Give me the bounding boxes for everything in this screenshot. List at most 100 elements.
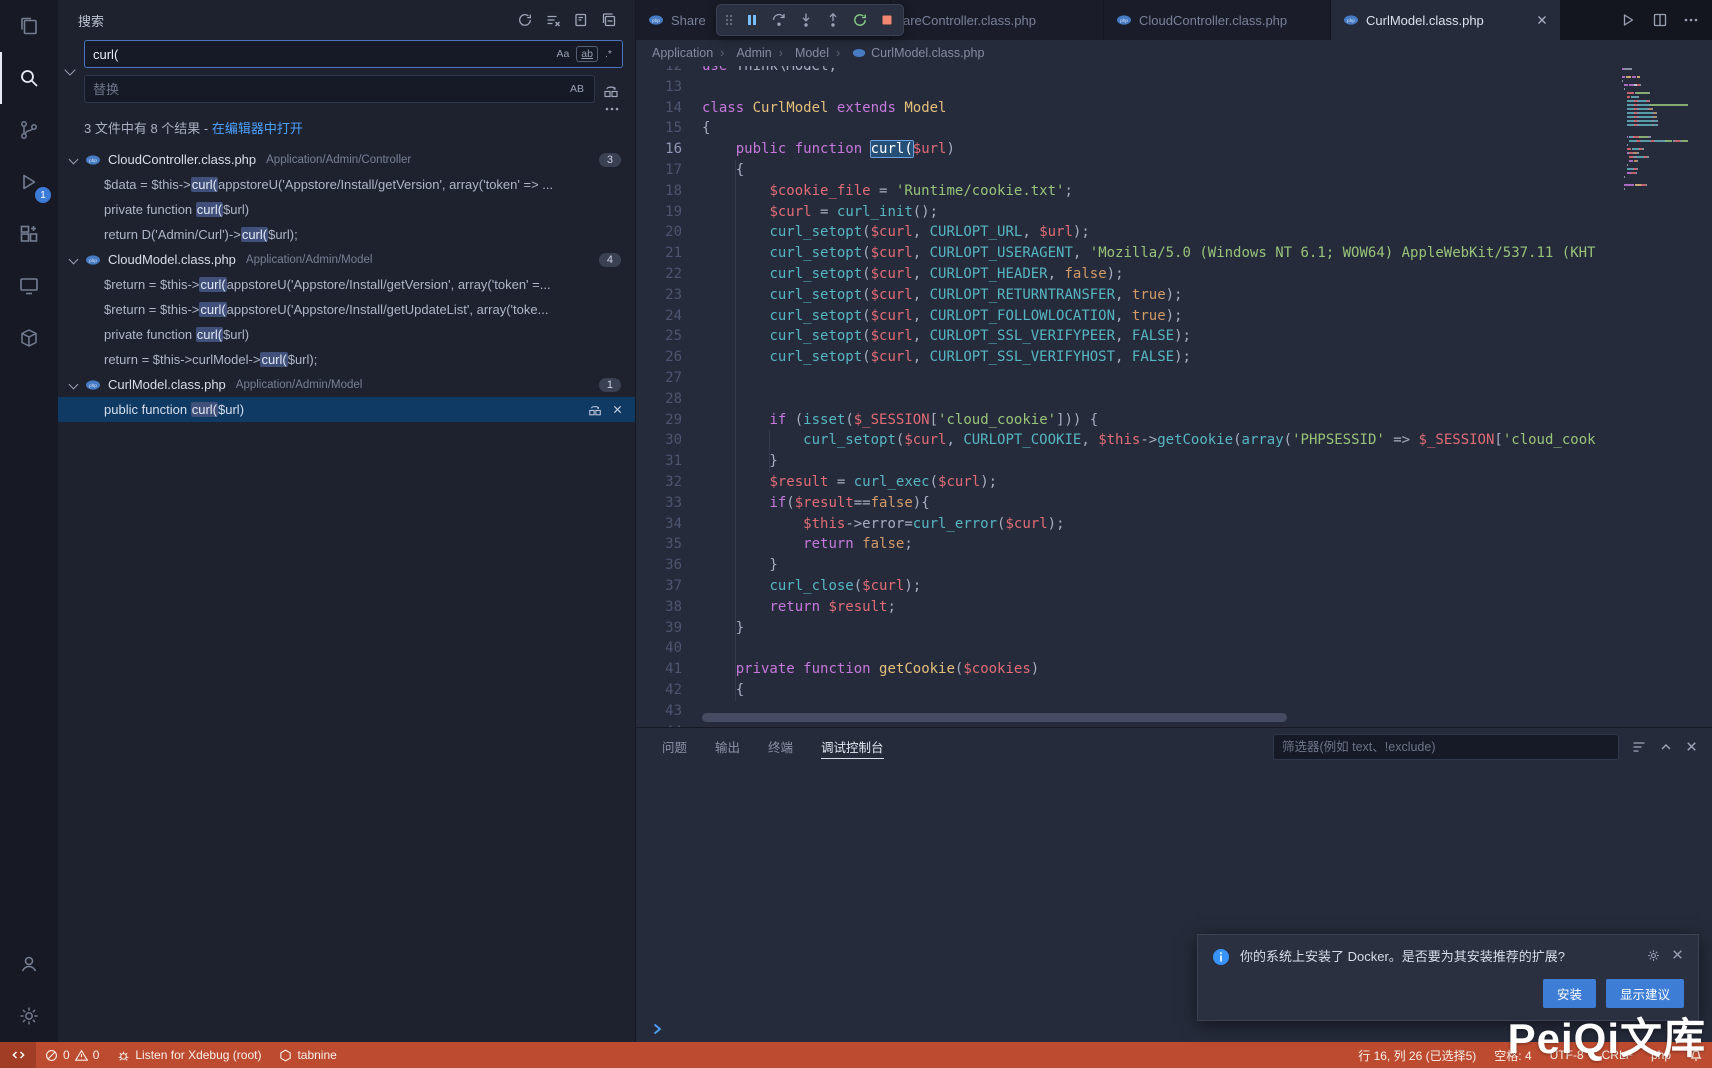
panel-tab-debug-console[interactable]: 调试控制台 (821, 728, 884, 765)
activity-item-remote-explorer[interactable] (0, 260, 58, 312)
search-input[interactable] (93, 47, 549, 62)
notification-close-icon[interactable] (1671, 948, 1684, 963)
search-match-row[interactable]: $return = $this->curl(appstoreU('Appstor… (58, 272, 635, 297)
notification-settings-gear-icon[interactable] (1646, 948, 1661, 963)
stop-icon[interactable] (879, 12, 895, 28)
activity-item-extensions[interactable] (0, 208, 58, 260)
preserve-case-icon[interactable]: AB (565, 81, 589, 97)
clear-console-icon[interactable] (1631, 739, 1647, 755)
code-line[interactable]: 40 (636, 638, 1616, 659)
search-match-row[interactable]: public function curl($url) (58, 397, 635, 422)
activity-item-search[interactable] (0, 52, 58, 104)
xdebug-status[interactable]: Listen for Xdebug (root) (108, 1042, 270, 1068)
activity-item-settings[interactable] (0, 990, 58, 1042)
panel-tab-terminal[interactable]: 终端 (768, 728, 793, 765)
code-line[interactable]: 35 return false; (636, 534, 1616, 555)
activity-item-source-control[interactable] (0, 104, 58, 156)
code-line[interactable]: 26 curl_setopt($curl, CURLOPT_SSL_VERIFY… (636, 347, 1616, 368)
activity-item-explorer[interactable] (0, 0, 58, 52)
code-line[interactable]: 32 $result = curl_exec($curl); (636, 472, 1616, 493)
breadcrumb-item[interactable]: Admin (713, 46, 772, 60)
run-icon[interactable] (1620, 12, 1636, 28)
close-tab-icon[interactable] (1536, 14, 1548, 26)
open-in-editor-link[interactable]: 在编辑器中打开 (212, 121, 303, 136)
close-panel-icon[interactable] (1685, 740, 1698, 753)
code-line[interactable]: 17 { (636, 160, 1616, 181)
activity-item-account[interactable] (0, 938, 58, 990)
match-case-icon[interactable]: Aa (551, 46, 574, 62)
show-recommendations-button[interactable]: 显示建议 (1606, 979, 1684, 1008)
language-status[interactable]: php (1642, 1042, 1680, 1068)
replace-all-icon[interactable] (599, 79, 623, 103)
search-match-row[interactable]: return D('Admin/Curl')->curl($url); (58, 222, 635, 247)
collapse-all-icon[interactable] (597, 8, 621, 32)
code-line[interactable]: 25 curl_setopt($curl, CURLOPT_SSL_VERIFY… (636, 326, 1616, 347)
code-line[interactable]: 41 private function getCookie($cookies) (636, 659, 1616, 680)
code-line[interactable]: 14class CurlModel extends Model (636, 98, 1616, 119)
search-file-row[interactable]: phpCloudController.class.phpApplication/… (58, 147, 635, 172)
breadcrumb-item[interactable]: CurlModel.class.php (829, 46, 984, 60)
code-line[interactable]: 37 curl_close($curl); (636, 576, 1616, 597)
more-actions-icon[interactable] (1684, 17, 1698, 23)
breadcrumb-item[interactable]: Model (772, 46, 829, 60)
search-match-row[interactable]: private function curl($url) (58, 322, 635, 347)
code-line[interactable]: 39 } (636, 618, 1616, 639)
search-match-row[interactable]: $return = $this->curl(appstoreU('Appstor… (58, 297, 635, 322)
code-line[interactable]: 18 $cookie_file = 'Runtime/cookie.txt'; (636, 181, 1616, 202)
code-line[interactable]: 23 curl_setopt($curl, CURLOPT_RETURNTRAN… (636, 285, 1616, 306)
cursor-position-status[interactable]: 行 16, 列 26 (已选择5) (1349, 1042, 1485, 1068)
code-line[interactable]: 12use Think\Model; (636, 66, 1616, 77)
whole-word-icon[interactable]: ab (576, 46, 598, 62)
tabnine-status[interactable]: tabnine (270, 1042, 345, 1068)
panel-tab-output[interactable]: 输出 (715, 728, 740, 765)
step-out-icon[interactable] (825, 12, 841, 28)
pause-icon[interactable] (744, 12, 760, 28)
tab-curlmodel[interactable]: php CurlModel.class.php (1331, 0, 1561, 40)
minimap[interactable] (1622, 68, 1700, 200)
panel-tab-problems[interactable]: 问题 (662, 728, 687, 765)
activity-item-run-debug[interactable]: 1 (0, 156, 58, 208)
notifications-status[interactable] (1680, 1042, 1712, 1068)
indentation-status[interactable]: 空格: 4 (1485, 1042, 1540, 1068)
code-line[interactable]: 29 if (isset($_SESSION['cloud_cookie']))… (636, 410, 1616, 431)
code-line[interactable]: 22 curl_setopt($curl, CURLOPT_HEADER, fa… (636, 264, 1616, 285)
code-line[interactable]: 34 $this->error=curl_error($curl); (636, 514, 1616, 535)
code-line[interactable]: 20 curl_setopt($curl, CURLOPT_URL, $url)… (636, 222, 1616, 243)
activity-item-packages[interactable] (0, 312, 58, 364)
problems-status[interactable]: 0 0 (36, 1042, 108, 1068)
code-line[interactable]: 21 curl_setopt($curl, CURLOPT_USERAGENT,… (636, 243, 1616, 264)
code-line[interactable]: 28 (636, 389, 1616, 410)
breadcrumb-item[interactable]: Application (652, 46, 713, 60)
search-match-row[interactable]: private function curl($url) (58, 197, 635, 222)
repl-prompt-icon[interactable] (650, 1022, 664, 1036)
step-into-icon[interactable] (798, 12, 814, 28)
replace-input[interactable] (93, 82, 563, 97)
tab-arecontroller[interactable]: areController.class.php (891, 0, 1104, 40)
install-button[interactable]: 安装 (1543, 979, 1596, 1008)
code-line[interactable]: 16 public function curl($url) (636, 139, 1616, 160)
split-editor-icon[interactable] (1652, 12, 1668, 28)
code-line[interactable]: 38 return $result; (636, 597, 1616, 618)
filter-input[interactable] (1282, 740, 1610, 754)
toggle-search-details-icon[interactable] (605, 106, 619, 112)
code-line[interactable]: 42 { (636, 680, 1616, 701)
code-line[interactable]: 31 } (636, 451, 1616, 472)
step-over-icon[interactable] (771, 12, 787, 28)
search-match-row[interactable]: return = $this->curlModel->curl($url); (58, 347, 635, 372)
open-new-search-editor-icon[interactable] (569, 8, 593, 32)
refresh-icon[interactable] (513, 8, 537, 32)
code-line[interactable]: 24 curl_setopt($curl, CURLOPT_FOLLOWLOCA… (636, 306, 1616, 327)
code-editor[interactable]: 12use Think\Model;1314class CurlModel ex… (636, 66, 1712, 727)
maximize-panel-icon[interactable] (1659, 740, 1673, 754)
code-line[interactable]: 15{ (636, 118, 1616, 139)
replace-icon[interactable] (588, 403, 602, 417)
eol-status[interactable]: CRLF (1593, 1042, 1642, 1068)
code-line[interactable]: 36 } (636, 555, 1616, 576)
code-line[interactable]: 13 (636, 77, 1616, 98)
code-line[interactable]: 19 $curl = curl_init(); (636, 202, 1616, 223)
search-match-row[interactable]: $data = $this->curl(appstoreU('Appstore/… (58, 172, 635, 197)
encoding-status[interactable]: UTF-8 (1541, 1042, 1593, 1068)
search-file-row[interactable]: phpCurlModel.class.phpApplication/Admin/… (58, 372, 635, 397)
dismiss-icon[interactable] (612, 404, 623, 415)
tab-cloudcontroller[interactable]: php CloudController.class.php (1104, 0, 1331, 40)
